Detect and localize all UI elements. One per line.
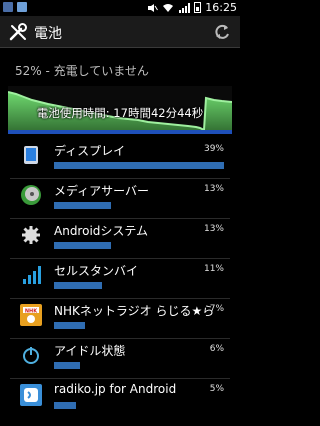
list-divider [10, 338, 230, 339]
list-divider [10, 258, 230, 259]
mute-icon [148, 3, 159, 12]
signal-icon [20, 264, 42, 286]
wrench-screwdriver-icon [9, 23, 27, 41]
usage-bar [54, 282, 102, 289]
status-icons: 16:25 [147, 1, 237, 14]
battery-usage-time: 電池使用時間: 17時間42分44秒 [36, 106, 204, 120]
usage-bar [54, 242, 111, 249]
charging-indicator-strip [8, 130, 232, 134]
usage-item-percent: 39% [203, 144, 224, 154]
usage-list-item[interactable]: Androidシステム 13% [0, 220, 240, 260]
usage-item-percent: 5% [209, 384, 224, 394]
clock: 16:25 [205, 1, 237, 14]
usage-item-percent: 11% [203, 264, 224, 274]
refresh-icon[interactable] [212, 22, 232, 42]
usage-bar [54, 402, 76, 409]
usage-bar [54, 202, 111, 209]
notification-icon [17, 2, 27, 12]
list-divider [10, 218, 230, 219]
usage-list-item[interactable]: ディスプレイ 39% [0, 140, 240, 180]
usage-item-label: アイドル状態 [54, 344, 126, 358]
usage-item-label: セルスタンバイ [54, 264, 139, 278]
nhk-radio-app-icon: NHK [20, 304, 42, 326]
power-icon [20, 344, 42, 366]
media-server-icon [20, 184, 42, 206]
usage-bar [54, 362, 81, 369]
usage-list-item[interactable]: アイドル状態 6% [0, 340, 240, 380]
list-divider [10, 178, 230, 179]
usage-item-percent: 6% [209, 344, 224, 354]
page-title: 電池 [34, 26, 62, 42]
display-icon [20, 144, 42, 166]
usage-item-percent: 13% [203, 224, 224, 234]
usage-item-label: Androidシステム [54, 224, 149, 238]
usage-list-item[interactable]: NHK NHKネットラジオ らじる★ら 7% [0, 300, 240, 340]
signal-strength-icon [179, 2, 191, 13]
usage-bar [54, 162, 224, 169]
usage-bar [54, 322, 85, 329]
notification-icons [3, 2, 27, 12]
status-bar: 16:25 [0, 0, 240, 16]
usage-item-label: NHKネットラジオ らじる★ら [54, 304, 214, 318]
notification-icon [3, 2, 13, 12]
usage-item-label: メディアサーバー [54, 184, 150, 198]
battery-summary: 52% - 充電していません [15, 64, 149, 78]
usage-item-percent: 7% [209, 304, 224, 314]
radiko-app-icon [20, 384, 42, 406]
usage-item-label: radiko.jp for Android [54, 382, 177, 396]
list-divider [10, 378, 230, 379]
usage-list-item[interactable]: セルスタンバイ 11% [0, 260, 240, 300]
wifi-icon [163, 3, 174, 12]
list-divider [10, 298, 230, 299]
usage-list-item[interactable]: radiko.jp for Android 5% [0, 380, 240, 420]
svg-text:NHK: NHK [25, 308, 38, 314]
title-bar: 電池 [0, 16, 240, 48]
usage-item-percent: 13% [203, 184, 224, 194]
battery-icon [194, 2, 202, 13]
gear-icon [20, 224, 42, 246]
usage-item-label: ディスプレイ [54, 144, 126, 158]
usage-list-item[interactable]: メディアサーバー 13% [0, 180, 240, 220]
